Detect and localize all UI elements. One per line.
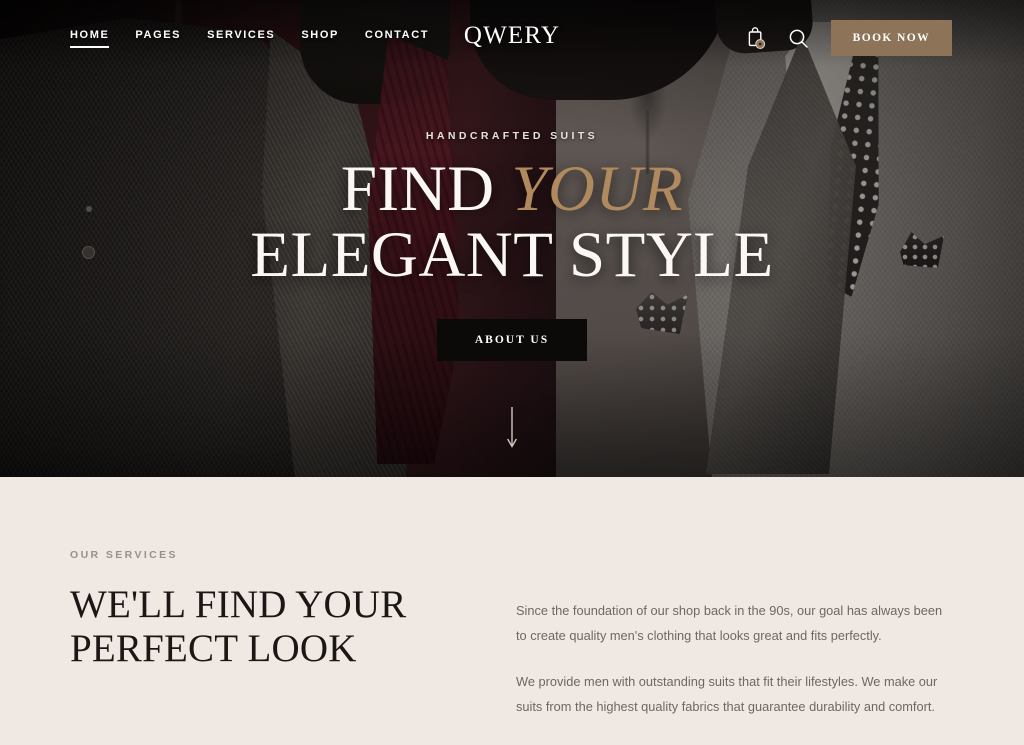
shopping-bag-icon[interactable]	[745, 26, 766, 50]
nav-item-contact[interactable]: CONTACT	[365, 29, 429, 48]
hero-title-line2: ELEGANT STYLE	[250, 218, 774, 291]
main-navigation: HOME PAGES SERVICES SHOP CONTACT	[70, 29, 429, 48]
services-description: Since the foundation of our shop back in…	[516, 583, 946, 720]
search-icon[interactable]	[788, 28, 809, 49]
nav-item-pages[interactable]: PAGES	[135, 29, 181, 48]
services-section: OUR SERVICES WE'LL FIND YOUR PERFECT LOO…	[0, 477, 1024, 745]
services-heading: WE'LL FIND YOUR PERFECT LOOK	[70, 583, 460, 670]
header-actions: BOOK NOW	[745, 20, 952, 56]
services-heading-line1: WE'LL FIND YOUR	[70, 583, 407, 626]
hero-title: FIND YOUR ELEGANT STYLE	[0, 157, 1024, 291]
services-intro-row: WE'LL FIND YOUR PERFECT LOOK Since the f…	[70, 583, 954, 720]
arrow-down-icon	[506, 407, 518, 448]
hero-section: HOME PAGES SERVICES SHOP CONTACT QWERY B…	[0, 0, 1024, 477]
services-heading-line2: PERFECT LOOK	[70, 626, 357, 670]
services-label: OUR SERVICES	[70, 549, 178, 561]
scroll-down-indicator[interactable]	[0, 407, 1024, 453]
about-us-button[interactable]: ABOUT US	[436, 319, 588, 362]
nav-item-home[interactable]: HOME	[70, 29, 110, 48]
hero-eyebrow: HANDCRAFTED SUITS	[425, 130, 599, 142]
hero-title-part1: FIND	[340, 153, 512, 225]
logo-text[interactable]: QWERY	[464, 22, 560, 49]
book-now-button[interactable]: BOOK NOW	[830, 20, 952, 56]
hero-content: HANDCRAFTED SUITS FIND YOUR ELEGANT STYL…	[0, 130, 1024, 362]
services-paragraph-2: We provide men with outstanding suits th…	[516, 673, 938, 714]
services-paragraph-1: Since the foundation of our shop back in…	[516, 603, 943, 643]
site-header: HOME PAGES SERVICES SHOP CONTACT QWERY B…	[0, 0, 1024, 76]
hero-title-accent: YOUR	[511, 153, 684, 225]
nav-item-shop[interactable]: SHOP	[301, 29, 339, 48]
nav-item-services[interactable]: SERVICES	[207, 29, 275, 48]
